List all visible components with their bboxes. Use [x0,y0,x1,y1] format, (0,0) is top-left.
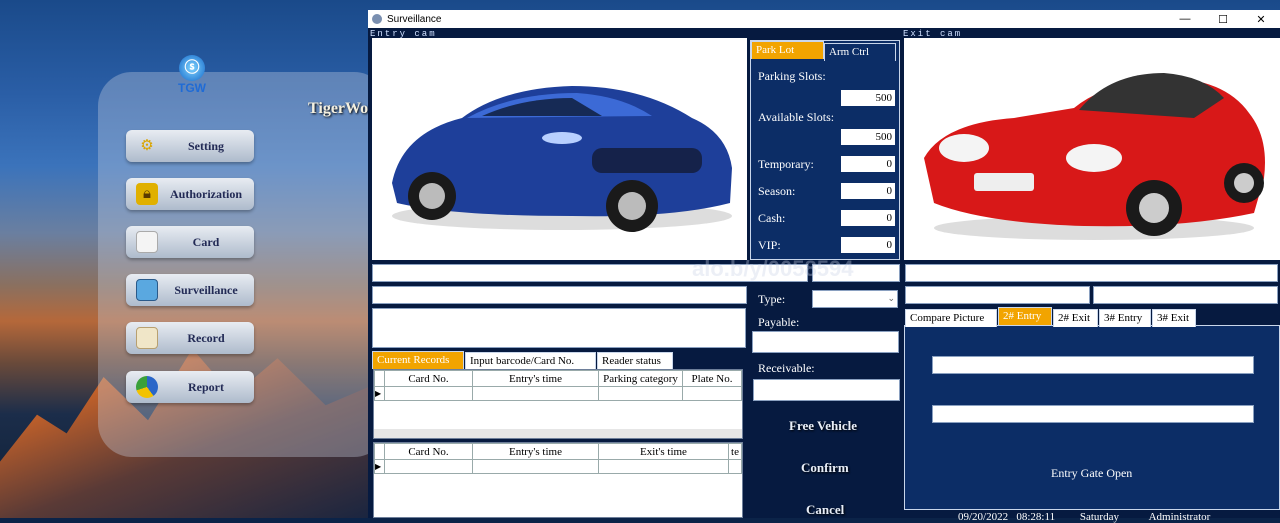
payable-field[interactable] [752,331,899,353]
chevron-down-icon: ⌄ [887,293,895,303]
row-selector-header [374,443,385,460]
tab-arm-ctrl[interactable]: Arm Ctrl [824,43,896,61]
entry-gate-open-button[interactable]: Entry Gate Open [1051,466,1132,481]
column-header[interactable]: Card No. [384,370,473,387]
status-time: 08:28:11 [1016,511,1056,523]
row-selector-header [374,370,385,387]
tab-3-exit[interactable]: 3# Exit [1152,309,1196,327]
red-car-image [924,73,1265,240]
history-records-grid: Card No. Entry's time Exit's time te ▶ [373,442,743,518]
exit-info-field-1[interactable] [905,286,1090,304]
menu-button-card[interactable]: Card [126,226,254,258]
row-pointer-icon: ▶ [374,459,385,474]
vip-value: 0 [841,237,895,253]
status-date: 09/20/2022 [958,511,1009,523]
exit-plate-field[interactable] [905,264,1278,282]
cash-value: 0 [841,210,895,226]
tab-3-entry[interactable]: 3# Entry [1099,309,1151,327]
column-header[interactable]: Plate No. [682,370,742,387]
menu-label: Report [188,379,224,394]
exit-info-field-2[interactable] [1093,286,1278,304]
cancel-button[interactable]: Cancel [806,502,844,518]
menu-button-surveillance[interactable]: Surveillance [126,274,254,306]
parking-slots-label: Parking Slots: [758,69,826,83]
column-header[interactable]: Exit's time [598,443,729,460]
maximize-button[interactable]: ☐ [1204,13,1242,26]
available-slots-label: Available Slots: [758,110,835,124]
season-value: 0 [841,183,895,199]
watermark: alo.b/y/0058594 [692,256,854,281]
receivable-label: Receivable: [758,361,815,375]
entry-note-textarea[interactable] [372,308,746,348]
temporary-value: 0 [841,156,895,172]
entry-camera-view [372,38,747,260]
menu-button-authorization[interactable]: 🔒︎ Authorization [126,178,254,210]
window-titlebar: Surveillance — ☐ ✕ [368,10,1280,28]
card-icon [136,231,158,253]
vip-label: VIP: [758,238,781,252]
type-select[interactable]: ⌄ [812,290,898,308]
confirm-button[interactable]: Confirm [801,460,849,476]
exit-camera-view [904,38,1280,260]
tab-2-exit[interactable]: 2# Exit [1053,309,1098,327]
available-slots-value: 500 [841,129,895,145]
tab-park-lot[interactable]: Park Lot [751,41,824,59]
column-header[interactable]: Entry's time [472,443,599,460]
status-bar: 09/20/2022 08:28:11 Saturday Administrat… [958,511,1210,523]
type-label: Type: [758,292,786,306]
brand-name: TigerWo [308,100,369,117]
tab-reader-status[interactable]: Reader status [597,352,673,370]
menu-button-setting[interactable]: ⚙ Setting [126,130,254,162]
column-header[interactable]: Parking category [598,370,683,387]
table-header-row: Card No. Entry's time Parking category P… [374,370,742,387]
status-day: Saturday [1079,511,1119,523]
entry-info-field[interactable] [372,286,747,304]
window-app-icon [372,14,382,24]
table-header-row: Card No. Entry's time Exit's time te [374,443,742,460]
gate-field-2[interactable] [932,405,1254,423]
tab-input-barcode[interactable]: Input barcode/Card No. [465,352,596,370]
season-label: Season: [758,184,796,198]
tab-current-records[interactable]: Current Records [372,351,464,369]
column-header[interactable]: Entry's time [472,370,599,387]
current-records-grid: Card No. Entry's time Parking category P… [373,369,743,439]
monitor-icon [136,279,158,301]
parking-slots-value: 500 [841,90,895,106]
menu-label: Record [187,330,225,345]
menu-label: Setting [188,138,224,153]
window-title: Surveillance [387,13,442,25]
free-vehicle-button[interactable]: Free Vehicle [789,418,857,434]
status-user: Administrator [1148,511,1211,523]
blue-car-image [392,86,732,232]
logo-icon: ⓢ [179,55,205,81]
table-row[interactable]: ▶ [374,386,742,401]
records-table: Card No. Entry's time Parking category P… [374,370,742,401]
minimize-button[interactable]: — [1166,13,1204,26]
receivable-field[interactable] [753,379,900,401]
column-header[interactable]: Card No. [384,443,473,460]
menu-label: Card [192,234,220,249]
scroll-icon [136,327,158,349]
gate-field-1[interactable] [932,356,1254,374]
lock-icon: 🔒︎ [136,183,158,205]
row-pointer-icon: ▶ [374,386,385,401]
temporary-label: Temporary: [758,157,814,171]
table-row[interactable]: ▶ [374,459,742,474]
column-header[interactable]: te [728,443,742,460]
payable-label: Payable: [758,315,800,329]
horizontal-scrollbar[interactable] [374,429,742,438]
cash-label: Cash: [758,211,786,225]
history-table: Card No. Entry's time Exit's time te ▶ [374,443,742,474]
logo-text: TGW [178,81,206,95]
menu-button-record[interactable]: Record [126,322,254,354]
menu-label: Surveillance [174,282,238,297]
menu-button-report[interactable]: Report [126,371,254,403]
tab-compare-picture[interactable]: Compare Picture [905,309,997,327]
gears-icon: ⚙ [140,138,154,154]
menu-label: Authorization [170,186,242,201]
close-button[interactable]: ✕ [1242,13,1280,26]
pie-chart-icon [136,376,158,398]
app-logo: ⓢ TGW [170,55,214,103]
tab-2-entry[interactable]: 2# Entry [998,307,1052,325]
